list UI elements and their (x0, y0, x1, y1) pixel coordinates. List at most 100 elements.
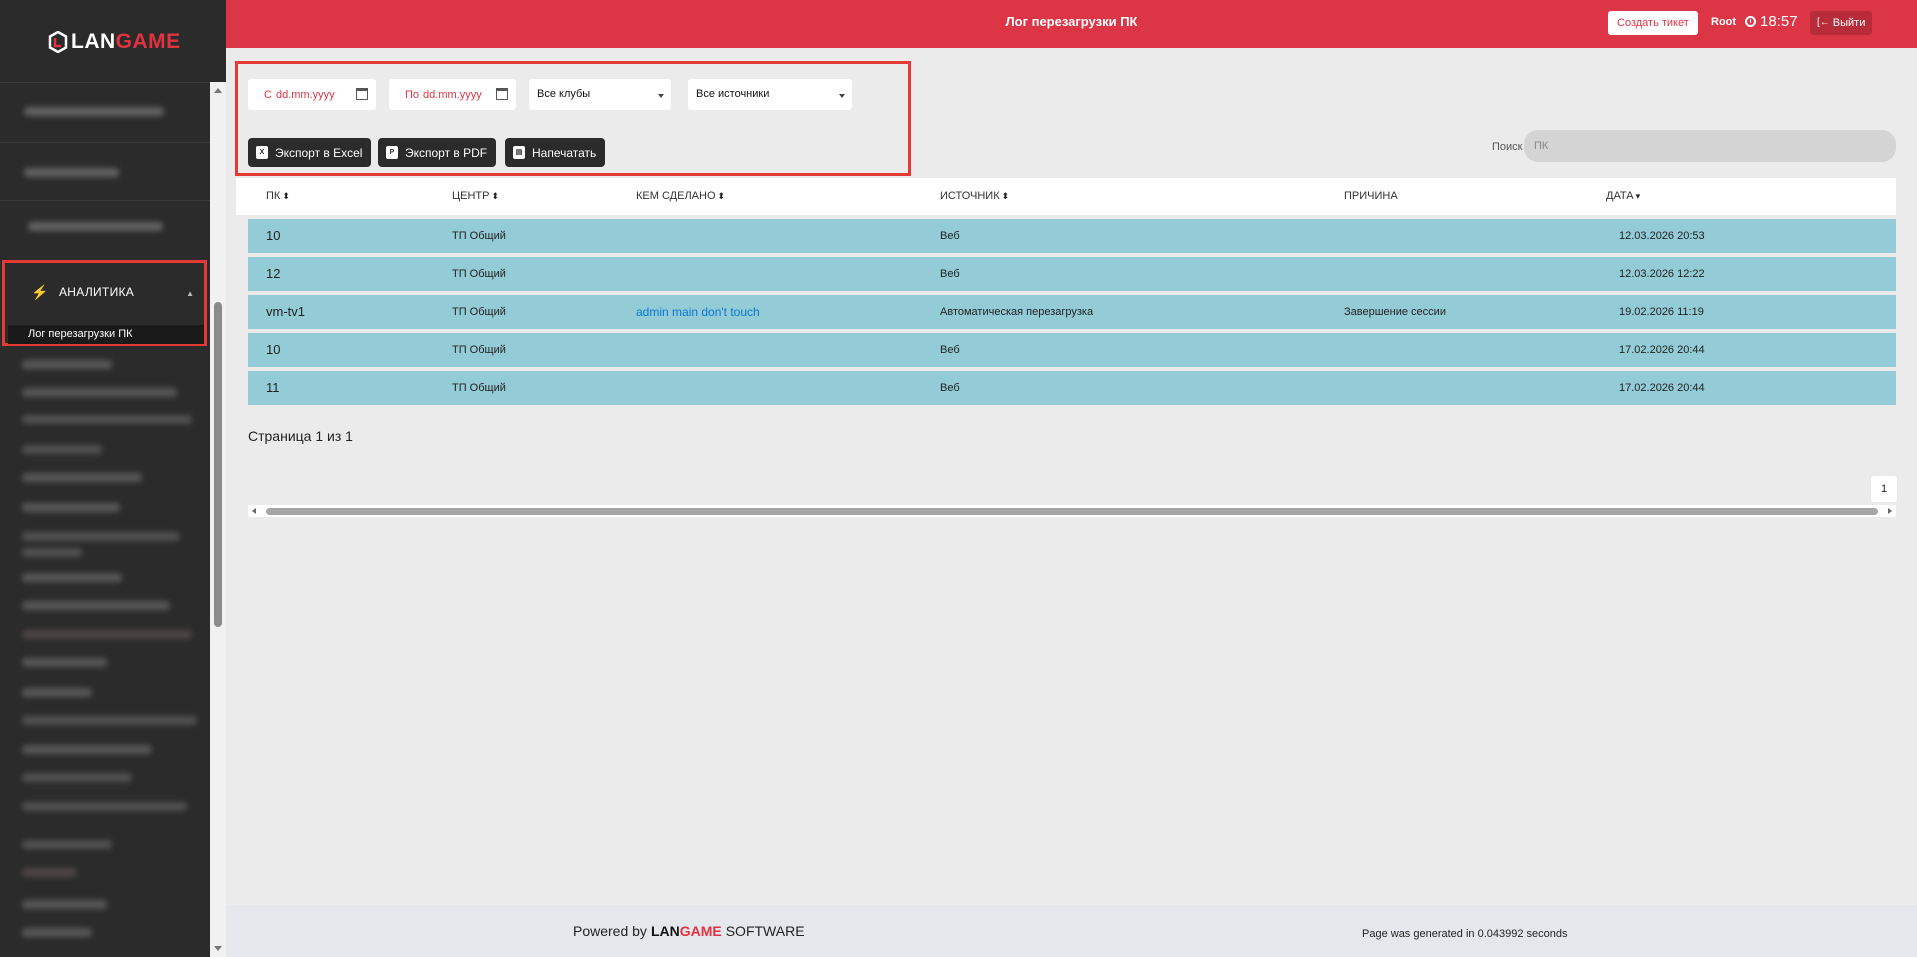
cell-pc: 10 (266, 342, 281, 357)
sidebar-scrollbar-thumb[interactable] (214, 302, 222, 627)
column-header-pc[interactable]: ПК ⬍ (266, 190, 290, 202)
blurred-menu-item[interactable] (22, 360, 112, 369)
blurred-menu-item[interactable] (22, 900, 107, 909)
print-label: Напечатать (532, 145, 597, 160)
horizontal-scrollbar-thumb[interactable] (266, 508, 1878, 515)
blurred-menu-item[interactable] (22, 388, 177, 397)
sidebar-item-analytics[interactable]: ⚡ АНАЛИТИКА ▲ (5, 263, 204, 321)
sort-icon: ⬍ (282, 191, 290, 201)
pdf-icon: P (386, 146, 398, 159)
footer-brand-lan: LAN (650, 923, 680, 939)
scroll-right-arrow-icon[interactable] (1888, 508, 1892, 514)
pagination-info: Страница 1 из 1 (248, 428, 353, 444)
sources-select[interactable]: Все источники (688, 79, 852, 110)
blurred-menu-item[interactable] (22, 840, 112, 849)
cell-center: ТП Общий (452, 306, 506, 318)
footer: Powered by LAN GAME SOFTWARE Page was gen… (226, 905, 1917, 957)
blurred-menu-item[interactable] (22, 716, 197, 725)
clock-icon (1745, 16, 1756, 27)
logout-label: Выйти (1832, 17, 1866, 29)
cell-pc: 11 (266, 380, 280, 395)
blurred-menu-item[interactable] (22, 601, 170, 610)
table-row[interactable]: 10 ТП Общий Веб 17.02.2026 20:44 (248, 333, 1896, 367)
table-row[interactable]: 11 ТП Общий Веб 17.02.2026 20:44 (248, 371, 1896, 405)
blurred-menu-item[interactable] (22, 473, 142, 482)
page-generation-time: Page was generated in 0.043992 seconds (1362, 928, 1568, 940)
sidebar-scrollbar[interactable] (210, 82, 226, 957)
powered-by: Powered by LAN GAME SOFTWARE (573, 923, 805, 939)
blurred-menu-item[interactable] (22, 630, 192, 639)
blurred-menu-item[interactable] (22, 868, 77, 877)
table-horizontal-scrollbar[interactable] (248, 505, 1896, 517)
blurred-menu-item[interactable] (22, 773, 132, 782)
sort-icon: ⬍ (1001, 191, 1010, 201)
clubs-select[interactable]: Все клубы (529, 79, 671, 110)
cell-center: ТП Общий (452, 344, 506, 356)
blurred-menu-item[interactable] (28, 222, 163, 231)
scroll-left-arrow-icon[interactable] (252, 508, 256, 514)
cell-source: Веб (940, 230, 960, 242)
logout-icon: [← (1817, 17, 1830, 28)
blurred-menu-item[interactable] (22, 688, 92, 697)
printer-icon: ▤ (513, 146, 525, 159)
page-button-1[interactable]: 1 (1871, 476, 1897, 502)
cell-pc: 12 (266, 266, 281, 281)
table-row[interactable]: vm-tv1 ТП Общий admin main don't touch А… (248, 295, 1896, 329)
langame-logo[interactable]: LANGAME (48, 28, 181, 56)
column-header-by[interactable]: КЕМ СДЕЛАНО ⬍ (636, 190, 725, 202)
column-header-source[interactable]: ИСТОЧНИК ⬍ (940, 190, 1009, 202)
create-ticket-button[interactable]: Создать тикет (1608, 11, 1698, 35)
blurred-menu-item[interactable] (24, 107, 164, 116)
export-pdf-label: Экспорт в PDF (405, 145, 488, 160)
sort-icon: ⬍ (491, 191, 500, 201)
sidebar-item-reboot-log[interactable]: Лог перезагрузки ПК (8, 325, 204, 344)
blurred-menu-item[interactable] (22, 573, 122, 582)
blurred-menu-item[interactable] (24, 168, 119, 177)
cell-center: ТП Общий (452, 230, 506, 242)
user-name[interactable]: Root (1711, 16, 1736, 28)
date-from-input[interactable]: С dd.mm.yyyy (248, 79, 376, 110)
scroll-down-arrow-icon[interactable] (214, 946, 222, 951)
sidebar-divider (0, 200, 210, 201)
blurred-menu-item[interactable] (22, 745, 152, 754)
export-excel-label: Экспорт в Excel (275, 145, 363, 160)
blurred-menu-item[interactable] (22, 928, 92, 937)
sort-icon: ⬍ (717, 191, 726, 201)
clock: 18:57 (1745, 13, 1798, 30)
cell-reason: Завершение сессии (1344, 306, 1446, 318)
blurred-menu-item[interactable] (22, 445, 102, 454)
print-button[interactable]: ▤ Напечатать (505, 138, 606, 167)
export-excel-button[interactable]: X Экспорт в Excel (248, 138, 372, 167)
column-header-center[interactable]: ЦЕНТР ⬍ (452, 190, 499, 202)
filters-panel: С dd.mm.yyyy По dd.mm.yyyy Все клубы Все… (235, 61, 911, 176)
blurred-menu-item[interactable] (22, 548, 82, 557)
scroll-up-arrow-icon[interactable] (214, 88, 222, 93)
blurred-menu-item[interactable] (22, 658, 107, 667)
calendar-icon[interactable] (356, 88, 368, 100)
column-header-date[interactable]: ДАТА ▾ (1606, 190, 1640, 202)
table-row[interactable]: 10 ТП Общий Веб 12.03.2026 20:53 (248, 219, 1896, 253)
cell-pc: 10 (266, 228, 281, 243)
cell-date: 12.03.2026 20:53 (1619, 230, 1705, 242)
blurred-menu-item[interactable] (22, 802, 187, 811)
cell-by-link[interactable]: admin main don't touch (636, 305, 760, 319)
cell-center: ТП Общий (452, 382, 506, 394)
logout-button[interactable]: [← Выйти (1810, 11, 1873, 35)
blurred-menu-item[interactable] (22, 532, 180, 541)
cell-date: 12.03.2026 12:22 (1619, 268, 1705, 280)
top-header: Лог перезагрузки ПК Создать тикет Root 1… (226, 0, 1917, 48)
date-to-input[interactable]: По dd.mm.yyyy (389, 79, 516, 110)
sources-select-value: Все источники (696, 88, 770, 100)
calendar-icon[interactable] (496, 88, 508, 100)
sidebar-section-analytics: ⚡ АНАЛИТИКА ▲ Лог перезагрузки ПК (2, 260, 207, 346)
bolt-icon: ⚡ (31, 284, 49, 300)
blurred-menu-item[interactable] (22, 415, 192, 424)
table-row[interactable]: 12 ТП Общий Веб 12.03.2026 12:22 (248, 257, 1896, 291)
column-header-reason: ПРИЧИНА (1344, 190, 1398, 202)
blurred-menu-item[interactable] (22, 503, 120, 512)
cell-date: 17.02.2026 20:44 (1619, 344, 1705, 356)
export-pdf-button[interactable]: P Экспорт в PDF (378, 138, 497, 167)
date-to-placeholder: dd.mm.yyyy (423, 88, 482, 101)
search-input[interactable] (1524, 130, 1896, 162)
reboot-log-table: ПК ⬍ ЦЕНТР ⬍ КЕМ СДЕЛАНО ⬍ ИСТОЧНИК ⬍ ПРИЧИН… (236, 178, 1896, 405)
